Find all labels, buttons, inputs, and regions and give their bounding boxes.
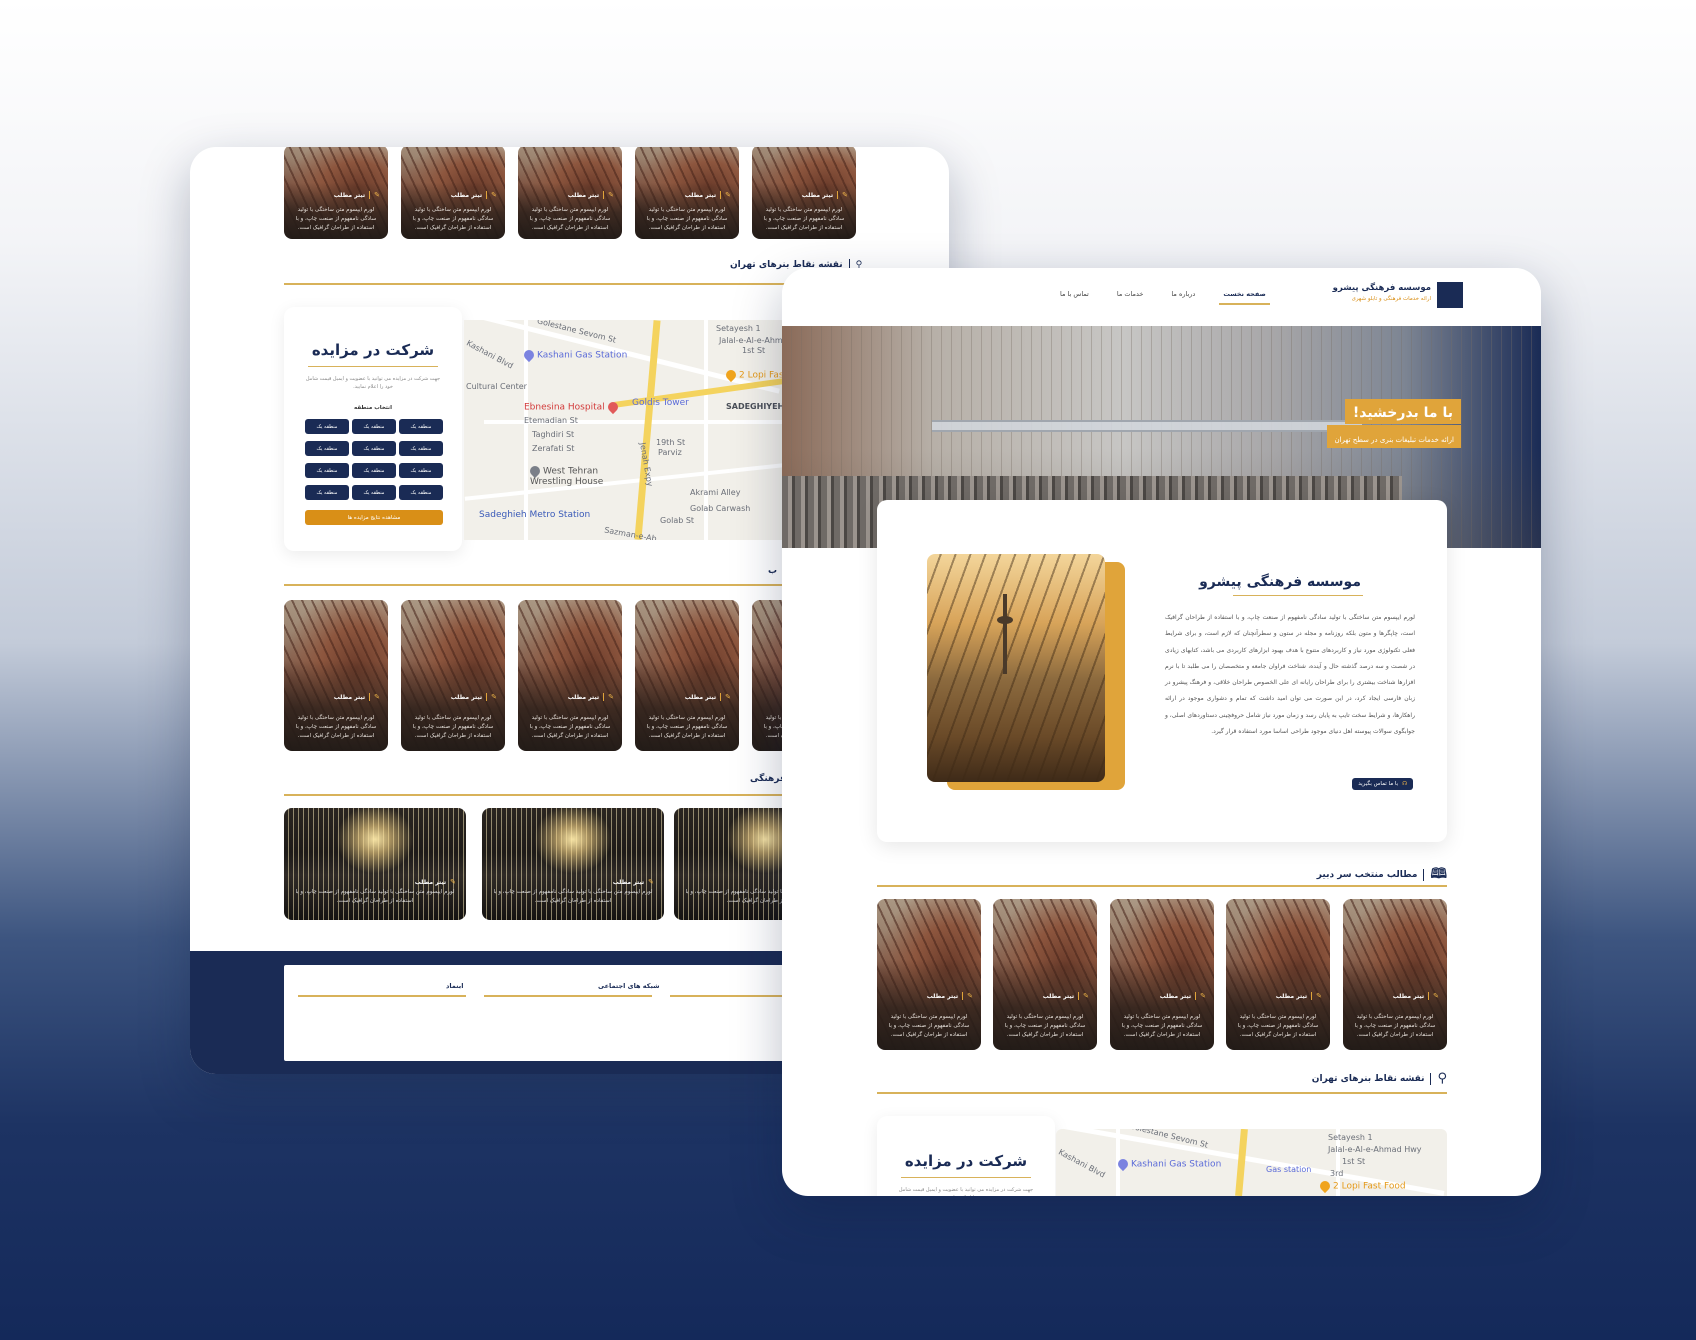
article-card[interactable]: ✎تیتر مطلب لورم ایپسوم متن ساختگی با تول…: [635, 147, 739, 239]
nav-contact[interactable]: تماس با ما: [1060, 290, 1089, 298]
front-page-mockup: موسسه فرهنگی پیشرو ارائه خدمات فرهنگی و …: [782, 268, 1541, 1196]
article-card[interactable]: ✎تیتر مطلب لورم ایپسوم متن ساختگی با تول…: [877, 899, 981, 1050]
article-card[interactable]: ✎تیتر مطلب لورم ایپسوم متن ساختگی با تول…: [518, 600, 622, 751]
zone-button[interactable]: منطقه یک: [305, 419, 349, 434]
pencil-icon: ✎: [725, 693, 731, 701]
about-card: موسسه فرهنگی پیشرو لورم ایپسوم متن ساختگ…: [877, 500, 1447, 842]
footer-col-enamad: ابنماد: [446, 982, 464, 990]
map-section-title: ⚲ نقشه نقاط بنرهای تهران: [1311, 1071, 1447, 1086]
auction-title: شرکت در مزایده: [311, 341, 435, 359]
article-card[interactable]: ✎تیتر مطلب لورم ایپسوم متن ساختگی با تول…: [401, 147, 505, 239]
front-map[interactable]: Golestane Sevom St Kashani Blvd Kashani …: [1056, 1129, 1447, 1196]
article-card[interactable]: ✎تیتر مطلب لورم ایپسوم متن ساختگی با تول…: [284, 147, 388, 239]
pencil-icon: ✎: [374, 191, 380, 199]
article-card[interactable]: ✎تیتر مطلب لورم ایپسوم متن ساختگی با تول…: [284, 600, 388, 751]
user-pin-icon: ⚲: [1437, 1071, 1447, 1086]
back-cultural-section-title: فرهنگی: [750, 774, 786, 784]
article-card[interactable]: ✎تیتر مطلب لورم ایپسوم متن ساختگی با تول…: [401, 600, 505, 751]
pencil-icon: ✎: [450, 878, 456, 886]
tehran-highway-photo: [927, 554, 1105, 782]
about-body: لورم ایپسوم متن ساختگی با تولید سادگی نا…: [1165, 614, 1415, 736]
main-nav: صفحه نخست درباره ما خدمات ما تماس با ما: [1060, 290, 1270, 305]
hero-subtitle-badge: ارائه خدمات تبلیغات بنری در سطح تهران: [1327, 425, 1461, 448]
milad-tower-shape: [1003, 594, 1007, 674]
pencil-icon: ✎: [725, 191, 731, 199]
auction-title: شرکت در مزایده: [904, 1152, 1028, 1170]
pencil-icon: ✎: [967, 992, 973, 1000]
zone-button[interactable]: منطقه یک: [399, 463, 443, 478]
article-card[interactable]: ✎تیتر مطلب لورم ایپسوم متن ساختگی با تول…: [518, 147, 622, 239]
divider: [877, 1092, 1447, 1094]
article-card[interactable]: ✎تیتر مطلب لورم ایپسوم متن ساختگی با تول…: [1110, 899, 1214, 1050]
zone-button[interactable]: منطقه یک: [399, 419, 443, 434]
zone-button[interactable]: منطقه یک: [399, 441, 443, 456]
divider: [284, 283, 854, 285]
divider: [284, 794, 854, 796]
editor-picks-title: 🕮 مطالب منتخب سر دبیر: [1317, 863, 1447, 887]
zone-button[interactable]: منطقه یک: [352, 463, 396, 478]
pencil-icon: ✎: [1316, 992, 1322, 1000]
article-card[interactable]: ✎تیتر مطلب لورم ایپسوم متن ساختگی با تول…: [752, 147, 856, 239]
article-card[interactable]: ✎تیتر مطلب لورم ایپسوم متن ساختگی با تول…: [635, 600, 739, 751]
contact-button[interactable]: ☊ با ما تماس بگیرید: [1352, 778, 1413, 790]
pencil-icon: ✎: [1433, 992, 1439, 1000]
auction-results-button[interactable]: مشاهده نتایج مزایده ها: [305, 510, 443, 525]
about-title: موسسه فرهنگی پیشرو: [1199, 574, 1361, 590]
article-card[interactable]: ✎تیتر مطلب لورم ایپسوم متن ساختگی با تول…: [993, 899, 1097, 1050]
header: موسسه فرهنگی پیشرو ارائه خدمات فرهنگی و …: [782, 268, 1541, 326]
pencil-icon: ✎: [491, 693, 497, 701]
article-card[interactable]: ✎تیتر مطلب لورم ایپسوم متن ساختگی با تول…: [1343, 899, 1447, 1050]
zone-button[interactable]: منطقه یک: [305, 463, 349, 478]
divider: [284, 584, 854, 586]
article-card[interactable]: ✎تیتر مطلب لورم ایپسوم متن ساختگی با تول…: [1226, 899, 1330, 1050]
book-icon: 🕮: [1430, 866, 1447, 882]
zone-button[interactable]: منطقه یک: [352, 441, 396, 456]
hero-title-badge: با ما بدرخشید!: [1344, 399, 1461, 424]
cultural-card[interactable]: ✎تیتر مطلب لورم ایپسوم متن ساختگی با تول…: [482, 808, 664, 920]
nav-about[interactable]: درباره ما: [1171, 290, 1195, 298]
zone-button[interactable]: منطقه یک: [352, 485, 396, 500]
site-logo[interactable]: [1437, 282, 1463, 308]
back-auction-panel: شرکت در مزایده جهت شرکت در مزایده می توا…: [284, 307, 462, 551]
pencil-icon: ✎: [648, 878, 654, 886]
cultural-card[interactable]: ✎تیتر مطلب لورم ایپسوم متن ساختگی با تول…: [284, 808, 466, 920]
divider: [877, 885, 1447, 887]
pencil-icon: ✎: [842, 191, 848, 199]
pencil-icon: ✎: [608, 191, 614, 199]
back-section-title: ب: [768, 566, 778, 576]
footer-col-social: شبکه های اجتماعی: [598, 982, 660, 990]
pencil-icon: ✎: [1200, 992, 1206, 1000]
headset-icon: ☊: [1402, 781, 1407, 787]
pencil-icon: ✎: [608, 693, 614, 701]
zone-button[interactable]: منطقه یک: [399, 485, 443, 500]
nav-services[interactable]: خدمات ما: [1117, 290, 1144, 298]
site-brand[interactable]: موسسه فرهنگی پیشرو ارائه خدمات فرهنگی و …: [1333, 283, 1431, 302]
back-map[interactable]: Golestane Sevom St Kashani Blvd Kashani …: [464, 320, 784, 540]
footer-panel: ابنماد شبکه های اجتماعی: [284, 965, 854, 1061]
nav-home[interactable]: صفحه نخست: [1219, 290, 1270, 305]
zone-button[interactable]: منطقه یک: [305, 441, 349, 456]
zone-button[interactable]: منطقه یک: [352, 419, 396, 434]
pedestrian-bridge-shape: [932, 420, 1362, 432]
pencil-icon: ✎: [1083, 992, 1089, 1000]
pencil-icon: ✎: [374, 693, 380, 701]
auction-panel: شرکت در مزایده جهت شرکت در مزایده می توا…: [877, 1116, 1055, 1196]
pencil-icon: ✎: [491, 191, 497, 199]
about-title-underline: [1233, 595, 1363, 596]
zone-button[interactable]: منطقه یک: [305, 485, 349, 500]
